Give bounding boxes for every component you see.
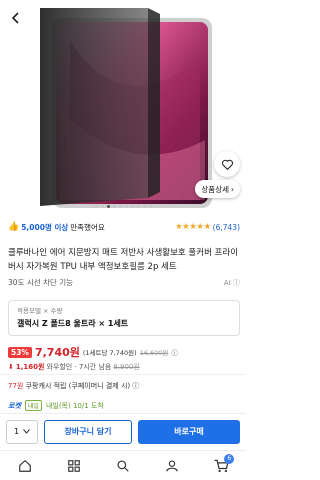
product-detail-button[interactable]: 상품상세 › [195, 180, 240, 198]
tab-categories[interactable] [59, 454, 89, 478]
carousel-dot [100, 205, 104, 208]
tab-search[interactable] [108, 454, 138, 478]
tab-cart[interactable]: 6 [206, 453, 236, 478]
heart-icon [221, 159, 233, 170]
option-selector[interactable]: 적용모델 × 수량 갤럭시 Z 폴드8 울트라 × 1세트 [8, 300, 240, 336]
delivery-date: 내일(목) 10/1 도착 [45, 401, 104, 410]
thumbs-up-icon: 👍 [8, 222, 20, 232]
ai-info-button[interactable]: AI ⓘ [224, 278, 240, 288]
product-feature: 30도 시선 차단 기능 AI ⓘ [8, 277, 240, 288]
discount-badge: 53% [8, 346, 32, 358]
review-count-link[interactable]: (6,743) [213, 223, 240, 232]
down-arrow-icon: ⬇ [8, 363, 14, 371]
tab-my-page[interactable] [157, 454, 187, 478]
add-to-cart-button[interactable]: 장바구니 담기 [44, 419, 132, 444]
rating-stars: ★★★★★ [175, 222, 211, 232]
product-title: 클루바나인 에어 지문방지 매트 저반사 사생활보호 풀커버 프라이버시 자가복… [8, 248, 239, 272]
chevron-down-icon [23, 429, 30, 434]
grid-icon [67, 459, 80, 472]
buy-now-button[interactable]: 바로구매 [138, 419, 240, 444]
divider [0, 374, 246, 375]
rocket-delivery-badge: 로켓 [8, 401, 21, 410]
reward-points: 77원 [8, 382, 24, 390]
carousel-dot [106, 205, 110, 208]
social-proof-row: 👍 5,000명 이상 만족했어요 ★★★★★ (6,743) [8, 220, 240, 234]
option-value: 갤럭시 Z 폴드8 울트라 × 1세트 [17, 319, 129, 328]
carousel-dot [94, 205, 98, 208]
bottom-tab-bar: 6 [0, 450, 246, 480]
option-label: 적용모델 × 수량 [17, 307, 63, 315]
carousel-dot [148, 205, 152, 208]
coupon-label: 와우할인 · 7시간 남음 [46, 363, 112, 371]
reward-text: 쿠팡캐시 적립 (쿠페이머니 결제 시) [25, 382, 131, 390]
carousel-dot [118, 205, 122, 208]
person-icon [166, 459, 178, 471]
unit-price: (1세트당 7,740원) [82, 349, 137, 357]
tab-home[interactable] [10, 454, 40, 478]
quantity-selector[interactable]: 1 [6, 419, 38, 444]
buyers-suffix: 만족했어요 [70, 222, 105, 232]
coupon-row: ⬇ 1,160원 와우할인 · 7시간 남음 8,900원 [8, 362, 240, 372]
search-icon [117, 459, 129, 472]
carousel-dot [142, 205, 146, 208]
coupon-original-price: 8,900원 [113, 363, 140, 371]
buyers-count: 5,000명 이상 [21, 222, 69, 232]
info-icon[interactable]: ⓘ [132, 382, 139, 390]
original-price: 16,600원 [139, 349, 169, 357]
carousel-dot [124, 205, 128, 208]
carousel-dot [136, 205, 140, 208]
back-button[interactable] [4, 6, 28, 30]
delivery-tag: 내일 [24, 400, 42, 411]
purchase-bar: 1 장바구니 담기 바로구매 [0, 413, 246, 449]
product-detail-label: 상품상세 [201, 184, 229, 194]
carousel-indicator [0, 205, 246, 208]
wishlist-button[interactable] [214, 151, 240, 177]
quantity-value: 1 [13, 427, 20, 436]
carousel-dot [130, 205, 134, 208]
home-icon [18, 459, 31, 472]
shipping-row: 로켓 내일 내일(목) 10/1 도착 [8, 400, 240, 411]
price-row: 53% 7,740원 (1세트당 7,740원) 16,600원 ⓘ [8, 345, 240, 359]
viewing-angle-info: 30도 시선 차단 기능 [8, 278, 73, 287]
chevron-right-icon: › [231, 184, 234, 194]
carousel-dot [112, 205, 116, 208]
reward-row: 77원 쿠팡캐시 적립 (쿠페이머니 결제 시) ⓘ [8, 381, 240, 391]
rating[interactable]: ★★★★★ (6,743) [175, 222, 240, 232]
sale-price: 7,740원 [34, 346, 80, 359]
coupon-price: 1,160원 [15, 363, 45, 371]
cart-count-badge: 6 [224, 453, 235, 464]
chevron-left-icon [11, 12, 19, 24]
info-icon[interactable]: ⓘ [171, 347, 178, 357]
